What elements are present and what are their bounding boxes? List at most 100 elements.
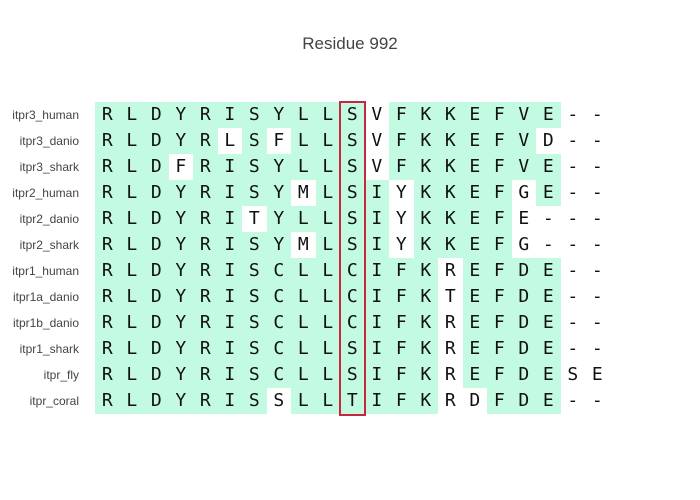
residue-cell: I <box>217 180 242 206</box>
residue-cell: L <box>315 232 340 258</box>
residue-cell: S <box>242 102 267 128</box>
residue-cell: R <box>95 154 120 180</box>
residue-cell: L <box>315 362 340 388</box>
residue-cell: L <box>315 258 340 284</box>
residue-cell: F <box>487 362 512 388</box>
row-label: itpr3_shark <box>19 160 79 174</box>
residue-cell: I <box>364 362 389 388</box>
residue-cell: F <box>487 336 512 362</box>
residue-cell: L <box>315 128 340 154</box>
residue-cell: K <box>438 102 463 128</box>
residue-cell: E <box>536 284 561 310</box>
residue-cell: R <box>193 284 218 310</box>
gap-cell: - <box>585 206 610 232</box>
gap-cell: - <box>560 154 585 180</box>
residue-cell: V <box>511 154 536 180</box>
residue-cell: D <box>536 128 561 154</box>
residue-cell: I <box>364 336 389 362</box>
residue-cell: Y <box>266 180 291 206</box>
residue-cell: D <box>511 362 536 388</box>
residue-cell: G <box>511 232 536 258</box>
residue-cell: D <box>511 258 536 284</box>
residue-cell: E <box>462 310 487 336</box>
residue-cell: E <box>462 362 487 388</box>
residue-cell: G <box>511 180 536 206</box>
residue-cell: E <box>462 128 487 154</box>
residue-cell: I <box>217 310 242 336</box>
residue-cell: F <box>487 258 512 284</box>
residue-cell: L <box>119 284 144 310</box>
residue-cell: E <box>585 362 610 388</box>
residue-cell: F <box>266 128 291 154</box>
residue-cell: F <box>168 154 193 180</box>
residue-cell: M <box>291 180 316 206</box>
residue-cell: I <box>217 258 242 284</box>
residue-cell: R <box>95 284 120 310</box>
residue-cell: L <box>315 180 340 206</box>
residue-cell: K <box>413 180 438 206</box>
residue-cell: E <box>536 258 561 284</box>
residue-cell: F <box>487 388 512 414</box>
residue-cell: K <box>413 128 438 154</box>
gap-cell: - <box>560 206 585 232</box>
residue-cell: R <box>95 362 120 388</box>
gap-cell: - <box>560 310 585 336</box>
residue-cell: C <box>266 258 291 284</box>
residue-cell: I <box>217 206 242 232</box>
gap-cell: - <box>560 180 585 206</box>
residue-cell: T <box>242 206 267 232</box>
residue-cell: D <box>144 284 169 310</box>
residue-cell: L <box>315 102 340 128</box>
residue-cell: D <box>144 180 169 206</box>
residue-cell: R <box>193 362 218 388</box>
residue-cell: C <box>266 362 291 388</box>
residue-cell: S <box>242 180 267 206</box>
residue-cell: L <box>291 206 316 232</box>
residue-cell: D <box>144 388 169 414</box>
residue-cell: M <box>291 232 316 258</box>
residue-cell: I <box>217 388 242 414</box>
residue-cell: E <box>462 154 487 180</box>
residue-cell: R <box>438 258 463 284</box>
residue-cell: S <box>242 362 267 388</box>
chart-title: Residue 992 <box>302 34 398 53</box>
residue-cell: K <box>413 232 438 258</box>
residue-cell: L <box>119 232 144 258</box>
residue-cell: D <box>144 154 169 180</box>
row-label: itpr3_human <box>12 108 79 122</box>
residue-cell: D <box>511 284 536 310</box>
residue-cell: Y <box>266 102 291 128</box>
residue-cell: L <box>217 128 242 154</box>
residue-cell: I <box>217 336 242 362</box>
residue-cell: Y <box>168 362 193 388</box>
highlight-column-box <box>339 101 366 416</box>
residue-cell: S <box>242 154 267 180</box>
residue-cell: R <box>95 258 120 284</box>
residue-cell: E <box>462 102 487 128</box>
row-label: itpr1b_danio <box>12 316 79 330</box>
row-label: itpr1_shark <box>19 342 79 356</box>
gap-cell: - <box>560 388 585 414</box>
residue-cell: R <box>95 128 120 154</box>
residue-cell: Y <box>389 206 414 232</box>
residue-cell: K <box>413 102 438 128</box>
residue-cell: F <box>389 128 414 154</box>
residue-cell: D <box>511 336 536 362</box>
residue-cell: K <box>438 232 463 258</box>
residue-cell: I <box>364 206 389 232</box>
gap-cell: - <box>585 284 610 310</box>
residue-cell: Y <box>389 232 414 258</box>
residue-cell: D <box>144 362 169 388</box>
row-label: itpr2_danio <box>19 212 79 226</box>
residue-cell: I <box>364 310 389 336</box>
residue-cell: Y <box>168 388 193 414</box>
residue-cell: E <box>462 232 487 258</box>
residue-cell: K <box>438 128 463 154</box>
residue-cell: K <box>413 258 438 284</box>
residue-cell: L <box>291 336 316 362</box>
residue-cell: R <box>95 180 120 206</box>
residue-cell: R <box>193 232 218 258</box>
residue-cell: E <box>462 180 487 206</box>
residue-cell: L <box>119 310 144 336</box>
residue-cell: L <box>315 336 340 362</box>
